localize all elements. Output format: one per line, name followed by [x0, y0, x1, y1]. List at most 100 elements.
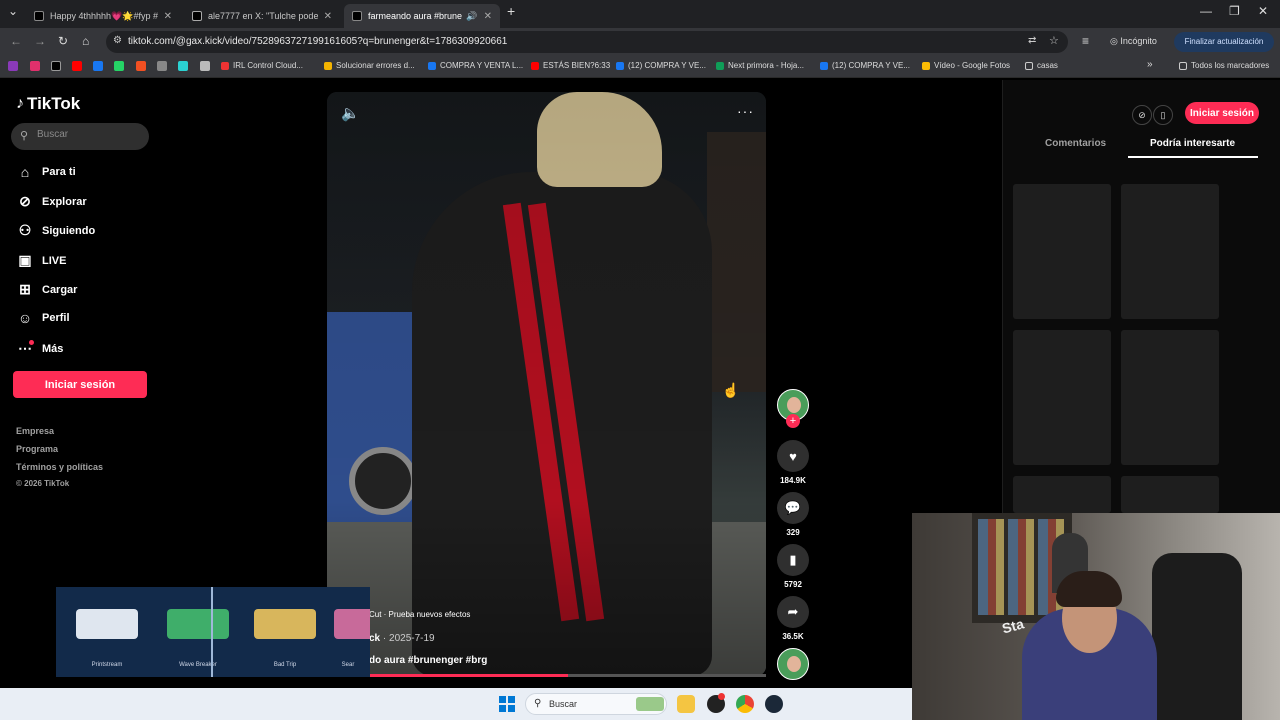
save-count: 5792	[784, 580, 802, 589]
address-bar[interactable]: ⚙ tiktok.com/@gax.kick/video/75289637271…	[106, 31, 1068, 53]
close-tab-icon[interactable]: ✕	[324, 11, 332, 22]
bookmark-app-icon[interactable]	[157, 61, 167, 71]
suggested-video-placeholder[interactable]	[1121, 330, 1219, 465]
search-input[interactable]	[37, 129, 137, 140]
bookmark-item[interactable]: Vídeo - Google Fotos	[922, 61, 1010, 70]
translate-icon[interactable]: ⇄	[1028, 35, 1036, 46]
bookmark-item[interactable]: Solucionar errores d...	[324, 61, 415, 70]
search-icon[interactable]: ⚲	[20, 129, 28, 142]
comment-button[interactable]: 💬	[777, 492, 809, 524]
avatar-face	[787, 397, 801, 413]
capcut-label[interactable]: Cut · Prueba nuevos efectos	[369, 610, 470, 619]
window-close-icon[interactable]: ✕	[1258, 4, 1268, 18]
whatsapp-icon[interactable]	[114, 61, 124, 71]
share-button[interactable]: ➦	[777, 596, 809, 628]
windows-start-icon[interactable]	[499, 696, 515, 712]
reading-list-icon[interactable]: ≡	[1082, 34, 1089, 48]
home-icon[interactable]: ⌂	[82, 34, 89, 48]
login-button[interactable]: Iniciar sesión	[13, 371, 147, 398]
save-button[interactable]: ▮	[777, 544, 809, 576]
bookmark-item[interactable]: (12) COMPRA Y VE...	[616, 61, 706, 70]
tab-search-icon[interactable]: ⌄	[8, 4, 18, 18]
taskbar-search[interactable]: ⚲ Buscar	[525, 693, 667, 715]
footer-programa[interactable]: Programa	[16, 444, 58, 454]
bookmark-label: Vídeo - Google Fotos	[934, 61, 1011, 70]
chrome-icon[interactable]	[736, 695, 754, 713]
footer-empresa[interactable]: Empresa	[16, 426, 54, 436]
minimize-icon[interactable]: —	[1200, 4, 1212, 18]
bookmark-item[interactable]: IRL Control Cloud...	[221, 61, 303, 70]
new-tab-button[interactable]: +	[507, 3, 515, 19]
explore-icon[interactable]: ⊘	[1132, 105, 1152, 125]
footer-terminos[interactable]: Términos y políticas	[16, 462, 103, 472]
bookmark-item[interactable]: ESTÁS BIEN?6:33	[531, 61, 610, 70]
tiktok-logo[interactable]: ♪ TikTok	[16, 94, 80, 114]
bookmark-item[interactable]: COMPRA Y VENTA L...	[428, 61, 523, 70]
suggested-video-placeholder[interactable]	[1013, 184, 1111, 319]
compass-icon: ⊘	[19, 193, 31, 209]
nav-live[interactable]: ▣ LIVE	[16, 252, 66, 269]
device-icon[interactable]: ▯	[1153, 105, 1173, 125]
bookmark-app-icon[interactable]	[178, 61, 188, 71]
bookmark-star-icon[interactable]: ☆	[1049, 34, 1059, 47]
restore-icon[interactable]: ❐	[1229, 4, 1240, 18]
skin-name: Sear	[341, 662, 355, 668]
nav-para-ti[interactable]: ⌂ Para ti	[16, 164, 76, 180]
youtube-icon[interactable]	[72, 61, 82, 71]
folder-icon	[1179, 61, 1187, 70]
instagram-icon[interactable]	[30, 61, 40, 71]
bookmark-item[interactable]: (12) COMPRA Y VE...	[820, 61, 910, 70]
all-bookmarks-button[interactable]: Todos los marcadores	[1179, 61, 1269, 70]
bookmark-item[interactable]: casas	[1025, 61, 1058, 70]
suggested-video-placeholder[interactable]	[1013, 476, 1111, 513]
x-icon[interactable]	[51, 61, 61, 71]
follow-button[interactable]: +	[786, 414, 800, 428]
video-progress-bar[interactable]	[327, 674, 766, 677]
update-button[interactable]: Finalizar actualización	[1174, 32, 1274, 52]
nav-perfil[interactable]: ☺ Perfil	[16, 310, 70, 326]
incognito-indicator[interactable]: ◎ Incógnito	[1110, 36, 1157, 47]
suggested-video-placeholder[interactable]	[1013, 330, 1111, 465]
video-author[interactable]: ck · 2025-7-19	[369, 633, 435, 644]
tab-title: ale7777 en X: "Tulche podes ex	[208, 11, 318, 21]
upload-icon: ⊞	[19, 281, 31, 297]
audio-playing-icon[interactable]: 🔊	[466, 11, 477, 22]
forward-icon[interactable]: →	[34, 34, 46, 48]
nav-explorar[interactable]: ⊘ Explorar	[16, 193, 87, 210]
bookmarks-overflow-button[interactable]: »	[1147, 59, 1153, 70]
close-tab-icon[interactable]: ✕	[484, 11, 492, 22]
nav-siguiendo[interactable]: ⚇ Siguiendo	[16, 222, 95, 239]
browser-tab-2[interactable]: ale7777 en X: "Tulche podes ex ✕	[184, 4, 340, 28]
steam-icon[interactable]	[765, 695, 783, 713]
bookmark-favicon-icon	[324, 61, 332, 70]
browser-tab-1[interactable]: Happy 4thhhhh💗🌟#fyp #mi ✕	[26, 4, 180, 28]
suggested-video-placeholder[interactable]	[1121, 476, 1219, 513]
tab-podria-interesarte[interactable]: Podría interesarte	[1150, 138, 1235, 149]
globe-icon[interactable]	[200, 61, 210, 71]
facebook-icon[interactable]	[93, 61, 103, 71]
sound-avatar[interactable]	[777, 648, 809, 680]
video-more-options-button[interactable]: ···	[737, 103, 754, 119]
right-login-button[interactable]: Iniciar sesión	[1185, 102, 1259, 124]
nav-cargar[interactable]: ⊞ Cargar	[16, 281, 77, 298]
close-tab-icon[interactable]: ✕	[164, 11, 172, 22]
browser-tab-3-active[interactable]: farmeando aura #brunenger 🔊 ✕	[344, 4, 500, 28]
like-button[interactable]: ♥	[777, 440, 809, 472]
site-info-icon[interactable]: ⚙	[113, 35, 122, 46]
browser-toolbar: ← → ↻ ⌂ ⚙ tiktok.com/@gax.kick/video/752…	[0, 28, 1280, 56]
skin-name: Wave Breaker	[179, 662, 217, 668]
suggested-video-placeholder[interactable]	[1121, 184, 1219, 319]
tiktok-favicon-icon	[352, 11, 362, 21]
tab-comentarios[interactable]: Comentarios	[1045, 138, 1106, 149]
bookmark-app-icon[interactable]	[8, 61, 18, 71]
reload-icon[interactable]: ↻	[58, 34, 68, 48]
comment-count: 329	[786, 528, 800, 537]
video-player[interactable]	[327, 92, 766, 676]
volume-icon[interactable]: 🔈	[341, 104, 360, 122]
microsoft-icon[interactable]	[136, 61, 146, 71]
file-explorer-icon[interactable]	[677, 695, 695, 713]
back-icon[interactable]: ←	[10, 34, 22, 48]
bookmark-item[interactable]: Next primora - Hoja...	[716, 61, 804, 70]
video-caption: do aura #brunenger #brg	[369, 655, 488, 666]
nav-mas[interactable]: ⋯ Más	[16, 340, 63, 357]
